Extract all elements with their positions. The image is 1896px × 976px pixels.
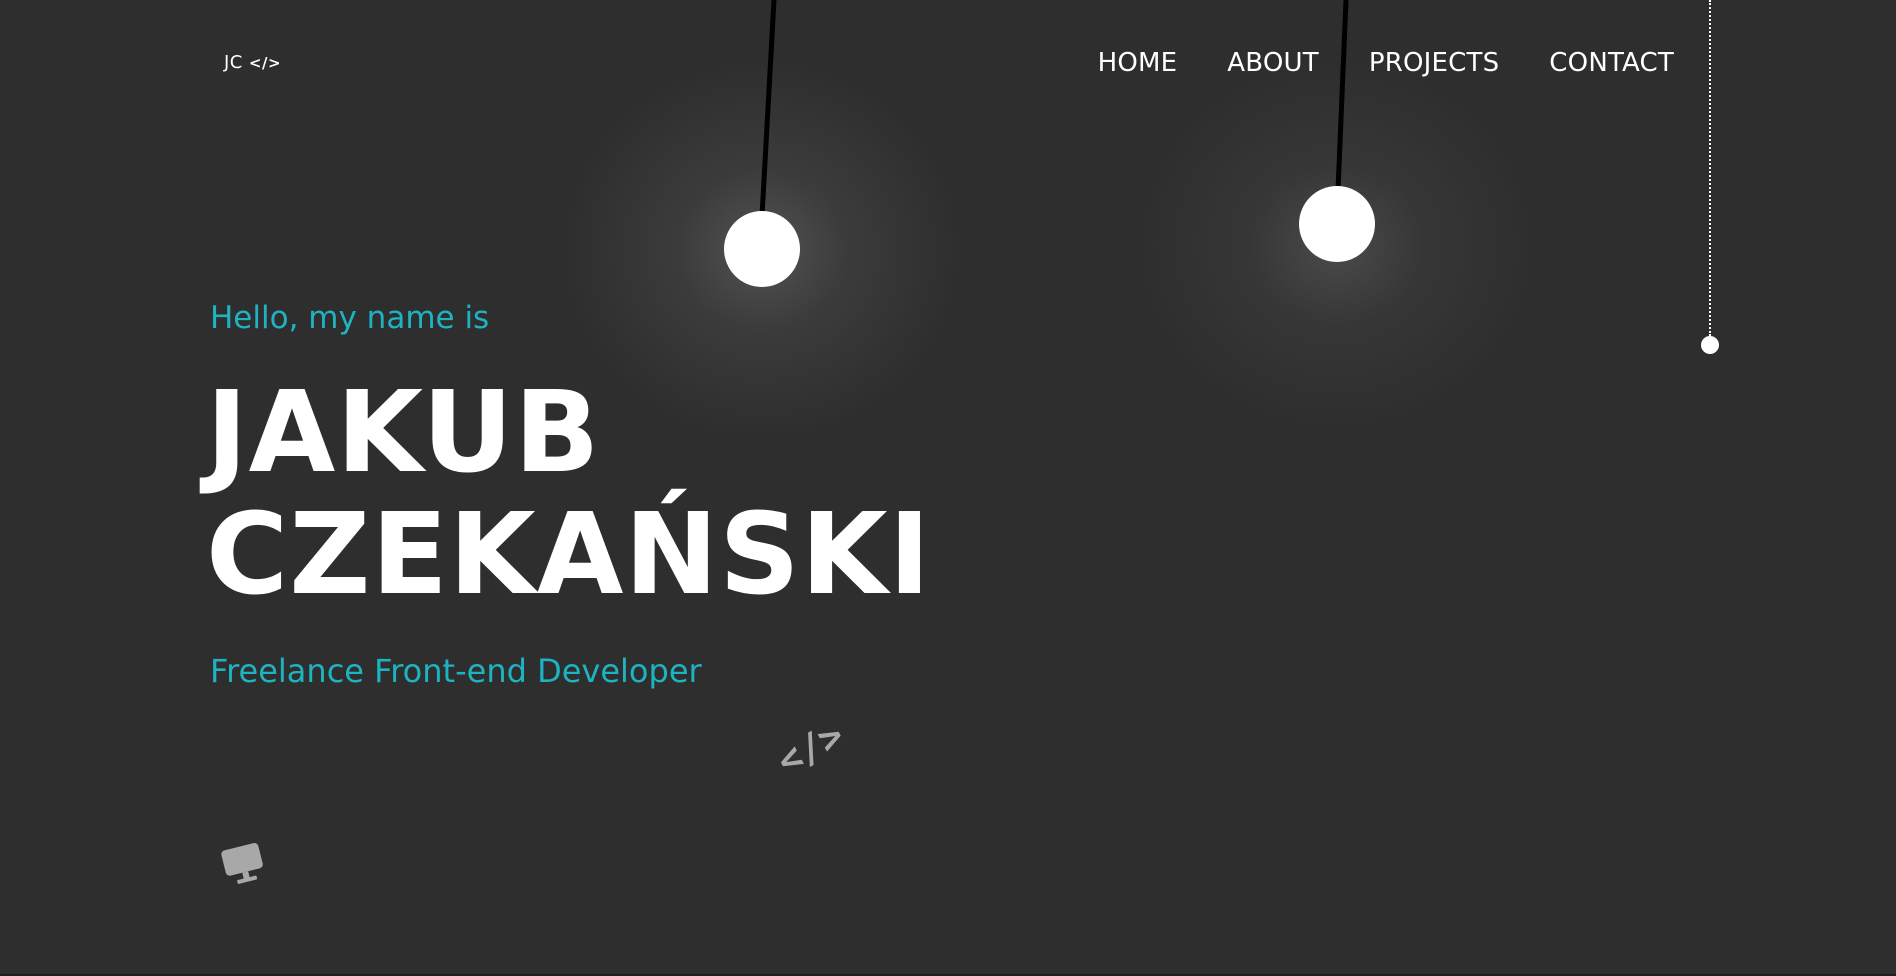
lamp-cord-right (1335, 0, 1349, 191)
hero-greeting: Hello, my name is (210, 300, 490, 336)
hero-role: Freelance Front-end Developer (210, 652, 702, 690)
lamp-cord-left (759, 0, 777, 217)
scroll-indicator-line (1709, 0, 1711, 336)
lamp-bulb-left-icon (724, 211, 800, 287)
nav-item-home[interactable]: HOME (1098, 48, 1178, 78)
nav-item-about[interactable]: ABOUT (1227, 48, 1319, 78)
hero-name-last: CZEKAŃSKI (206, 490, 932, 620)
code-icon: </> (248, 53, 282, 72)
floating-monitor-icon (220, 840, 268, 890)
nav-item-contact[interactable]: CONTACT (1549, 48, 1674, 78)
lamp-bulb-right-icon (1299, 186, 1375, 262)
hero-name-first: JAKUB (206, 368, 601, 498)
nav-item-projects[interactable]: PROJECTS (1369, 48, 1499, 78)
logo-text: JC (224, 52, 243, 73)
lamp-glow-right (1136, 60, 1536, 430)
scroll-indicator-dot[interactable] (1701, 336, 1719, 354)
logo[interactable]: JC </> (224, 52, 281, 73)
hero-name: JAKUB CZEKAŃSKI (206, 372, 931, 616)
page: JC </> HOME ABOUT PROJECTS CONTACT Hello… (0, 0, 1896, 976)
floating-code-icon: </> (769, 712, 851, 784)
main-nav: HOME ABOUT PROJECTS CONTACT (1098, 48, 1674, 78)
